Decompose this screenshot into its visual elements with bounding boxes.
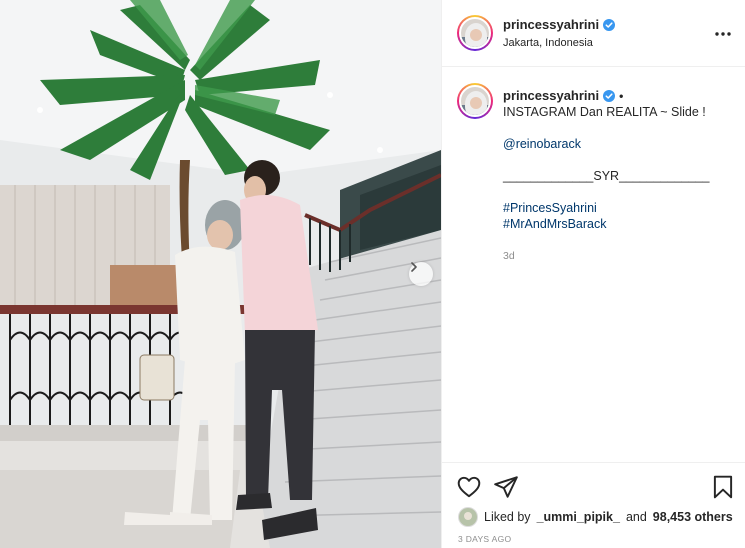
likes-joiner: and bbox=[625, 510, 647, 524]
mention-link[interactable]: @reinobarack bbox=[503, 136, 733, 152]
post-header: princessyahrini Jakarta, Indonesia bbox=[442, 0, 745, 67]
heart-icon[interactable] bbox=[456, 474, 482, 500]
separator-dot: • bbox=[619, 88, 624, 103]
post-side-panel: princessyahrini Jakarta, Indonesia princ… bbox=[441, 0, 745, 548]
chevron-right-icon bbox=[411, 262, 417, 272]
likes-prefix: Liked by bbox=[484, 510, 531, 524]
share-icon[interactable] bbox=[493, 474, 519, 500]
caption-line: INSTAGRAM Dan REALITA ~ Slide ! bbox=[503, 105, 706, 119]
avatar[interactable] bbox=[458, 507, 478, 527]
more-horizontal-icon[interactable] bbox=[712, 24, 734, 44]
avatar[interactable] bbox=[457, 83, 493, 119]
post-timestamp[interactable]: 3 DAYS AGO bbox=[458, 534, 511, 544]
bookmark-icon[interactable] bbox=[710, 474, 736, 500]
location-link[interactable]: Jakarta, Indonesia bbox=[503, 37, 593, 49]
verified-badge-icon bbox=[603, 18, 616, 31]
verified-badge-icon bbox=[603, 89, 616, 102]
post-author: princessyahrini bbox=[503, 17, 616, 32]
likes-summary: Liked by _ummi_pipik_ and 98,453 others bbox=[458, 507, 733, 527]
caption-time[interactable]: 3d bbox=[503, 250, 515, 262]
username-link[interactable]: princessyahrini bbox=[503, 88, 599, 103]
caption-author: princessyahrini • bbox=[503, 88, 623, 103]
caption-signature: _____________SYR_____________ bbox=[503, 169, 710, 183]
photo-illustration bbox=[0, 0, 441, 548]
username-link[interactable]: princessyahrini bbox=[503, 17, 599, 32]
hashtag-link[interactable]: #PrincesSyahrini bbox=[503, 200, 733, 216]
caption-section: princessyahrini • INSTAGRAM Dan REALITA … bbox=[442, 67, 745, 462]
avatar[interactable] bbox=[457, 15, 493, 51]
liker-username-link[interactable]: _ummi_pipik_ bbox=[537, 510, 620, 524]
hashtag-link[interactable]: #MrAndMrsBarack bbox=[503, 216, 733, 232]
caption-text: INSTAGRAM Dan REALITA ~ Slide ! @reinoba… bbox=[503, 104, 733, 232]
post-photo[interactable] bbox=[0, 0, 441, 548]
likes-count-link[interactable]: 98,453 others bbox=[653, 510, 733, 524]
action-bar: Liked by _ummi_pipik_ and 98,453 others … bbox=[442, 462, 745, 548]
next-slide-button[interactable] bbox=[409, 262, 433, 286]
